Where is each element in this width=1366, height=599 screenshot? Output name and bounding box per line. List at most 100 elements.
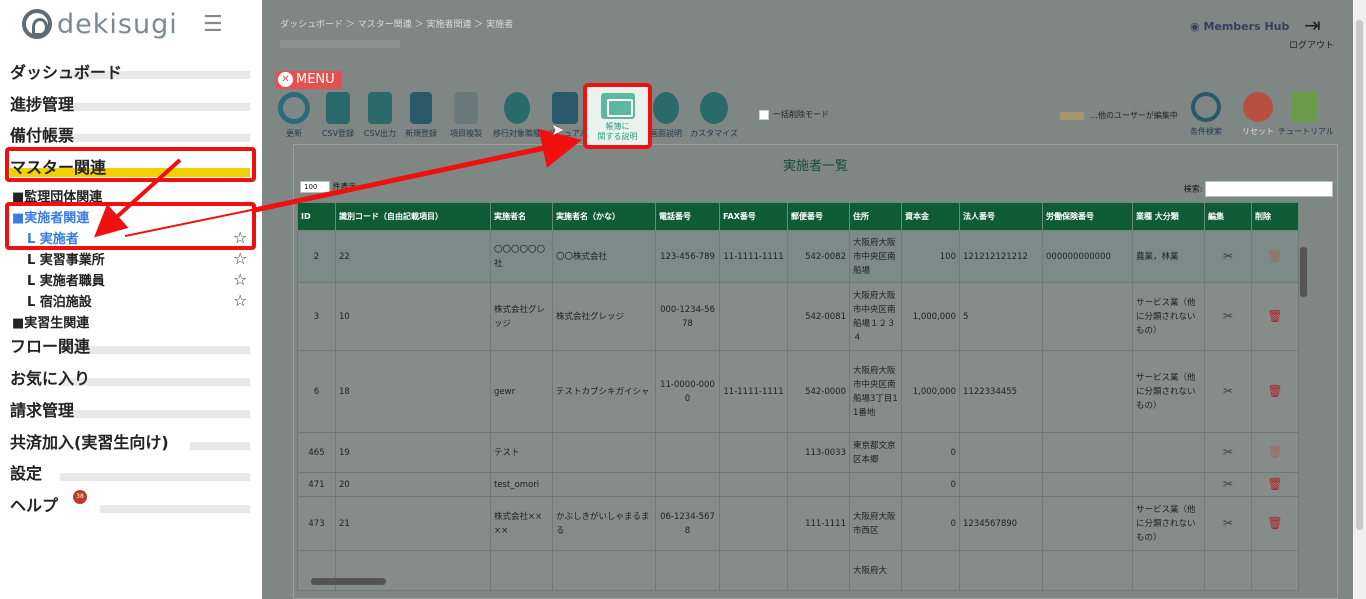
screen-help-icon (653, 92, 679, 124)
table-cell: 1122334455 (959, 350, 1043, 433)
bulk-delete-checkbox[interactable] (759, 110, 769, 120)
logout-icon[interactable]: ⇥ (1304, 13, 1321, 37)
edit-button[interactable]: ✂ (1204, 282, 1252, 351)
nav-help[interactable]: ヘルプ (10, 492, 58, 516)
table-row[interactable]: 3 10 株式会社グレッジ 株式会社グレッジ 000-1234-5678 542-0081… (297, 282, 1299, 351)
table-cell: 東京都文京区本郷 (849, 432, 902, 473)
star-icon[interactable]: ☆ (233, 291, 247, 310)
edit-button[interactable]: ✂ (1204, 472, 1252, 497)
nav-favorites[interactable]: お気に入り (10, 365, 90, 389)
table-cell: 0 (901, 432, 960, 473)
tutorial-button[interactable]: チュートリアル (1278, 92, 1334, 137)
table-cell (1042, 282, 1133, 351)
delete-button[interactable]: 🗑 (1251, 432, 1299, 473)
column-header[interactable]: 労働保険番号 (1042, 202, 1133, 231)
edit-button[interactable]: ✂ (1204, 350, 1252, 433)
search-condition-button[interactable]: 条件検索 (1184, 92, 1228, 137)
nav-flow[interactable]: フロー関連 (10, 333, 90, 357)
nav-staff[interactable]: L 実施者職員 (27, 270, 105, 289)
column-header[interactable]: 電話番号 (655, 202, 720, 231)
reset-button[interactable]: リセット (1234, 92, 1282, 137)
column-header[interactable]: 郵便番号 (787, 202, 850, 231)
nav-lodging[interactable]: L 宿泊施設 (27, 291, 92, 310)
table-vertical-scrollbar[interactable] (1298, 231, 1308, 581)
delete-button[interactable]: 🗑 (1251, 496, 1299, 551)
column-header[interactable]: 編集 (1204, 202, 1252, 231)
csv-export-icon (368, 92, 392, 124)
column-header[interactable]: ID (297, 202, 336, 231)
edit-button[interactable]: ✂ (1204, 496, 1252, 551)
nav-ledger[interactable]: 備付帳票 (10, 122, 74, 146)
nav-progress[interactable]: 進捗管理 (10, 91, 74, 115)
transfer-button[interactable]: 移行対象職種 (490, 92, 544, 139)
search-input[interactable] (1205, 181, 1333, 197)
screen-help-button[interactable]: 画面説明 (646, 92, 686, 139)
table-row[interactable]: 471 20 test_omori 0 ✂ 🗑 (297, 472, 1299, 497)
table-cell (552, 472, 656, 497)
duplicate-button[interactable]: 項目複製 (444, 92, 488, 139)
table-cell: 大阪府大阪市西区 (849, 496, 902, 551)
nav-dashboard[interactable]: ダッシュボード (10, 59, 122, 83)
delete-button[interactable]: 🗑 (1251, 230, 1299, 283)
table-cell (1042, 432, 1133, 473)
star-icon[interactable]: ☆ (233, 270, 247, 289)
column-header[interactable]: 住所 (849, 202, 902, 231)
table-cell (1132, 432, 1205, 473)
column-header[interactable]: 実施者名 (490, 202, 553, 231)
table-cell: 株式会社×××× (490, 496, 553, 551)
logout-button[interactable]: ログアウト (1289, 38, 1334, 51)
table-row[interactable]: 6 18 gewr テストカブシキガイシャ 11-0000-0000 11-1111-11… (297, 350, 1299, 433)
nav-office[interactable]: L 実習事業所 (27, 249, 105, 268)
logo[interactable]: dekisugi (22, 7, 178, 41)
edit-button[interactable]: ✂ (1204, 230, 1252, 283)
new-record-button[interactable]: 新規登録 (401, 92, 441, 139)
menu-button[interactable]: ✕ MENU (276, 71, 342, 89)
nav-billing[interactable]: 請求管理 (10, 397, 74, 421)
table-row[interactable]: 465 19 テスト 113-0033 東京都文京区本郷 0 ✂ 🗑 (297, 432, 1299, 473)
breadcrumb[interactable]: ダッシュボード ＞ マスター関連 ＞ 実施者関連 ＞ 実施者 (280, 17, 513, 30)
nav-trainee[interactable]: ■実習生関連 (12, 312, 89, 331)
customize-button[interactable]: カスタマイズ (687, 92, 741, 139)
table-cell: 0 (901, 496, 960, 551)
delete-button[interactable]: 🗑 (1251, 472, 1299, 497)
page-scrollbar[interactable] (1353, 0, 1366, 599)
table-cell (719, 432, 788, 473)
ledger-help-button[interactable]: 帳簿に 関する説明 (583, 83, 652, 149)
column-header[interactable]: 実施者名（かな） (552, 202, 656, 231)
column-header[interactable]: 資本金 (901, 202, 960, 231)
trash-icon: 🗑 (1267, 515, 1283, 530)
csv-export-button[interactable]: CSV出力 (360, 92, 400, 139)
column-header[interactable]: 削除 (1251, 202, 1299, 231)
table-cell: test_omori (490, 472, 553, 497)
page-length[interactable]: 100 件表示 (300, 181, 357, 193)
members-hub-link[interactable]: ◉ Members Hub (1190, 20, 1289, 33)
trash-icon: 🗑 (1267, 476, 1283, 491)
column-header[interactable]: 識別コード（自由記載項目） (335, 202, 491, 231)
csv-import-button[interactable]: CSV登録 (318, 92, 358, 139)
csv-import-icon (326, 92, 350, 124)
table-cell (719, 282, 788, 351)
nav-settings[interactable]: 設定 (10, 460, 42, 484)
column-header[interactable]: 法人番号 (959, 202, 1043, 231)
tutorial-icon (1291, 92, 1317, 122)
edit-icon: ✂ (1222, 308, 1234, 323)
column-header[interactable]: 業種 大分類 (1132, 202, 1205, 231)
delete-button[interactable]: 🗑 (1251, 282, 1299, 351)
delete-button[interactable]: 🗑 (1251, 350, 1299, 433)
table-cell: 10 (335, 282, 491, 351)
star-icon[interactable]: ☆ (233, 249, 247, 268)
table-cell: 大阪府大阪市中央区南船場１２３４ (849, 282, 902, 351)
refresh-button[interactable]: 更新 (274, 92, 314, 139)
table-cell: 542-0082 (787, 230, 850, 283)
table-cell: 株式会社グレッジ (490, 282, 553, 351)
page-length-select[interactable]: 100 (300, 181, 330, 193)
nav-insurance[interactable]: 共済加入(実習生向け) (10, 429, 169, 453)
table-row[interactable]: 473 21 株式会社×××× かぶしきがいしゃまるまる 06-1234-5678 111… (297, 496, 1299, 551)
table-cell: 0 (901, 472, 960, 497)
collapse-menu-icon[interactable]: ☰ (203, 12, 223, 37)
table-horizontal-scrollbar[interactable] (297, 574, 1292, 586)
column-header[interactable]: FAX番号 (719, 202, 788, 231)
edit-button[interactable]: ✂ (1204, 432, 1252, 473)
help-badge: 38 (73, 490, 87, 504)
table-row[interactable]: 2 22 〇〇〇〇〇〇社 〇〇株式会社 123-456-789 11-1111-1111 5… (297, 230, 1299, 283)
